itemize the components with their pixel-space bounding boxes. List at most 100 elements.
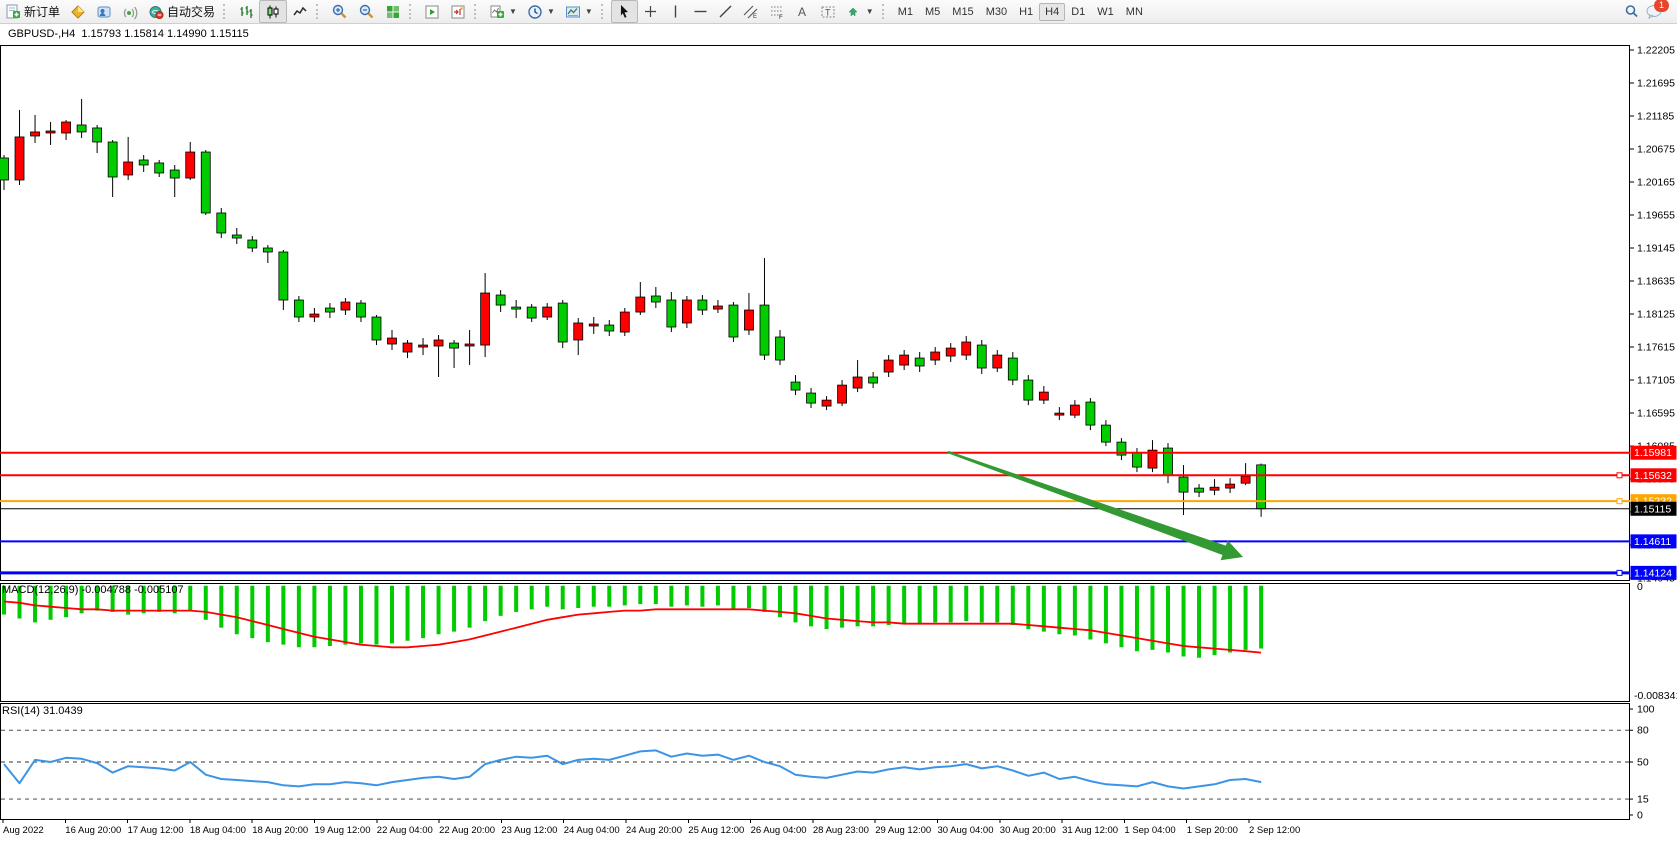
tab-d1[interactable]: D1	[1065, 3, 1091, 21]
channel-tool-button[interactable]: E	[738, 1, 764, 22]
rsi-panel	[1, 704, 1630, 820]
panel-frames	[1, 46, 1630, 820]
tab-m15[interactable]: M15	[946, 3, 979, 21]
candle	[543, 307, 552, 317]
line-handle[interactable]	[1617, 570, 1622, 575]
chart-shift-icon	[450, 4, 466, 20]
timeframe-group: M1 M5 M15 M30 H1 H4 D1 W1 MN	[892, 0, 1149, 23]
tab-m5[interactable]: M5	[919, 3, 946, 21]
market-watch-button[interactable]	[65, 1, 91, 22]
chart-window[interactable]: GBPUSD-,H4 1.15793 1.15814 1.14990 1.151…	[0, 24, 1677, 842]
candle	[1226, 484, 1235, 488]
svg-text:A: A	[798, 5, 806, 19]
price-tag-label: 1.14124	[1634, 567, 1672, 579]
tile-windows-button[interactable]	[380, 1, 406, 22]
tab-m1[interactable]: M1	[892, 3, 919, 21]
tab-h1[interactable]: H1	[1013, 3, 1039, 21]
candle	[0, 158, 9, 180]
autotrading-button[interactable]: 自动交易	[143, 1, 220, 22]
candle	[124, 162, 133, 175]
tab-m30[interactable]: M30	[980, 3, 1013, 21]
horizontal-line-icon	[693, 4, 708, 19]
candle	[450, 343, 459, 348]
trendline-tool-button[interactable]	[713, 1, 738, 22]
annotations[interactable]	[948, 451, 1243, 560]
bar-chart-button[interactable]	[233, 1, 259, 22]
navigator-button[interactable]	[91, 1, 117, 22]
auto-scroll-button[interactable]	[419, 1, 445, 22]
candle	[325, 308, 334, 312]
vertical-line-tool-button[interactable]	[663, 1, 688, 22]
time-axis-label: Aug 2022	[3, 825, 44, 836]
line-chart-button[interactable]	[287, 1, 313, 22]
tab-w1[interactable]: W1	[1091, 3, 1120, 21]
toolbar-separator	[316, 4, 323, 19]
candle	[822, 400, 831, 406]
new-order-button[interactable]: 新订单	[0, 1, 65, 22]
candle	[1101, 425, 1110, 442]
toolbar-separator	[882, 4, 889, 19]
line-handle[interactable]	[1617, 499, 1622, 504]
candle	[651, 296, 660, 302]
price-axis-label: 1.17615	[1637, 341, 1675, 353]
fibonacci-tool-button[interactable]: F	[764, 1, 790, 22]
market-watch-icon	[70, 4, 86, 20]
price-tag-label: 1.15981	[1634, 447, 1672, 459]
time-axis: Aug 202216 Aug 20:0017 Aug 12:0018 Aug 0…	[3, 820, 1300, 836]
candle	[1195, 488, 1204, 492]
tab-mn[interactable]: MN	[1120, 3, 1149, 21]
candle	[698, 300, 707, 310]
terminal-button[interactable]	[117, 1, 143, 22]
notifications-button[interactable]: 1	[1645, 3, 1663, 20]
candle	[807, 393, 816, 403]
indicators-button[interactable]: ▼	[484, 1, 522, 22]
chart-shift-button[interactable]	[445, 1, 471, 22]
candle	[155, 163, 164, 173]
time-axis-label: 1 Sep 04:00	[1124, 825, 1175, 836]
crosshair-tool-button[interactable]	[638, 1, 663, 22]
candle	[496, 295, 505, 305]
autotrading-icon	[148, 4, 164, 20]
trend-arrow-annotation[interactable]	[948, 451, 1243, 560]
line-handle[interactable]	[1617, 473, 1622, 478]
level-lines[interactable]: 1.159811.156321.152321.151151.146111.141…	[0, 446, 1677, 580]
cursor-tool-button[interactable]	[611, 0, 638, 23]
chart-canvas[interactable]: 1.222051.216951.211851.206751.201651.196…	[0, 24, 1677, 842]
candle	[713, 306, 722, 309]
time-axis-label: 28 Aug 23:00	[813, 825, 869, 836]
rsi-axis-label: 50	[1637, 757, 1649, 769]
zoom-out-button[interactable]	[353, 1, 380, 22]
text-label-tool-button[interactable]: T	[815, 1, 841, 22]
tab-h4[interactable]: H4	[1039, 3, 1065, 21]
time-axis-label: 22 Aug 04:00	[377, 825, 433, 836]
zoom-in-button[interactable]	[326, 1, 353, 22]
candlestick-icon	[265, 4, 281, 20]
candle	[93, 128, 102, 142]
candle	[1039, 392, 1048, 400]
candle	[139, 160, 148, 165]
new-order-icon	[5, 4, 21, 20]
candlestick-button[interactable]	[259, 0, 287, 23]
horizontal-line-tool-button[interactable]	[688, 1, 713, 22]
candle	[481, 293, 490, 345]
time-axis-label: 25 Aug 12:00	[688, 825, 744, 836]
arrows-tool-button[interactable]: ▼	[841, 1, 879, 22]
templates-button[interactable]: ▼	[560, 1, 598, 22]
cursor-icon	[617, 4, 632, 19]
trendline-icon	[718, 4, 733, 19]
candle	[170, 170, 179, 178]
search-button[interactable]	[1618, 1, 1645, 22]
time-axis-label: 24 Aug 04:00	[564, 825, 620, 836]
text-tool-button[interactable]: A	[790, 1, 815, 22]
equidistant-channel-icon: E	[743, 4, 759, 20]
periods-button[interactable]: ▼	[522, 1, 560, 22]
candle	[962, 342, 971, 355]
rsi-line	[4, 750, 1261, 788]
candle	[465, 344, 474, 346]
candle	[434, 340, 443, 346]
candle	[1024, 380, 1033, 400]
candle	[186, 152, 195, 178]
candle	[31, 132, 40, 136]
time-axis-label: 2 Sep 12:00	[1249, 825, 1300, 836]
price-axis-label: 1.20675	[1637, 143, 1675, 155]
